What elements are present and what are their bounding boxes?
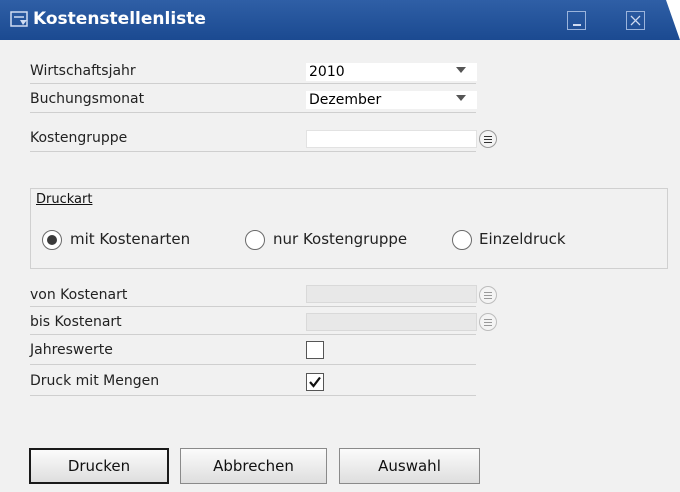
- row-divider: [30, 151, 476, 152]
- kostengruppe-input[interactable]: [306, 130, 477, 148]
- bis-kostenart-input[interactable]: [306, 313, 477, 331]
- buchungsmonat-dropdown[interactable]: Dezember: [306, 91, 477, 109]
- radio-label-mit-kostenarten[interactable]: mit Kostenarten: [70, 230, 190, 248]
- radio-mit-kostenarten[interactable]: [42, 230, 62, 250]
- abbrechen-button[interactable]: Abbrechen: [180, 448, 327, 484]
- chevron-down-icon: [456, 67, 466, 73]
- checkmark-icon: [309, 376, 321, 388]
- kostengruppe-label: Kostengruppe: [30, 130, 128, 146]
- wirtschaftsjahr-label: Wirtschaftsjahr: [30, 63, 136, 79]
- document-icon: [10, 11, 28, 27]
- jahreswerte-label: Jahreswerte: [30, 342, 113, 358]
- list-chooser-icon[interactable]: [479, 130, 497, 148]
- chevron-down-icon: [456, 95, 466, 101]
- row-divider: [30, 112, 476, 113]
- minimize-icon[interactable]: [567, 11, 586, 30]
- von-kostenart-label: von Kostenart: [30, 287, 128, 303]
- von-kostenart-input[interactable]: [306, 285, 477, 303]
- row-divider: [30, 306, 476, 307]
- auswahl-button[interactable]: Auswahl: [339, 448, 480, 484]
- window-title: Kostenstellenliste: [33, 9, 206, 29]
- radio-label-einzeldruck[interactable]: Einzeldruck: [479, 230, 566, 248]
- report-window: Kostenstellenliste Wirtschaftsjahr 2010 …: [0, 0, 680, 492]
- row-divider: [30, 364, 476, 365]
- row-divider: [30, 395, 476, 396]
- row-divider: [30, 334, 476, 335]
- radio-nur-kostengruppe[interactable]: [245, 230, 265, 250]
- radio-einzeldruck[interactable]: [452, 230, 472, 250]
- row-divider: [30, 83, 476, 84]
- wirtschaftsjahr-dropdown[interactable]: 2010: [306, 63, 477, 81]
- wirtschaftsjahr-value: 2010: [309, 64, 345, 80]
- list-chooser-icon[interactable]: [479, 313, 497, 331]
- jahreswerte-checkbox[interactable]: [306, 341, 324, 359]
- title-corner: [666, 0, 680, 40]
- druck-mit-mengen-checkbox[interactable]: [306, 373, 324, 391]
- title-bar[interactable]: Kostenstellenliste: [0, 0, 680, 40]
- druckart-title: Druckart: [36, 192, 93, 207]
- list-chooser-icon[interactable]: [479, 286, 497, 304]
- druck-mit-mengen-label: Druck mit Mengen: [30, 373, 160, 389]
- drucken-button[interactable]: Drucken: [29, 448, 169, 484]
- buchungsmonat-label: Buchungsmonat: [30, 91, 145, 107]
- close-icon[interactable]: [626, 11, 645, 30]
- druckart-group: [30, 188, 668, 269]
- bis-kostenart-label: bis Kostenart: [30, 314, 122, 330]
- radio-label-nur-kostengruppe[interactable]: nur Kostengruppe: [273, 230, 407, 248]
- buchungsmonat-value: Dezember: [309, 92, 382, 108]
